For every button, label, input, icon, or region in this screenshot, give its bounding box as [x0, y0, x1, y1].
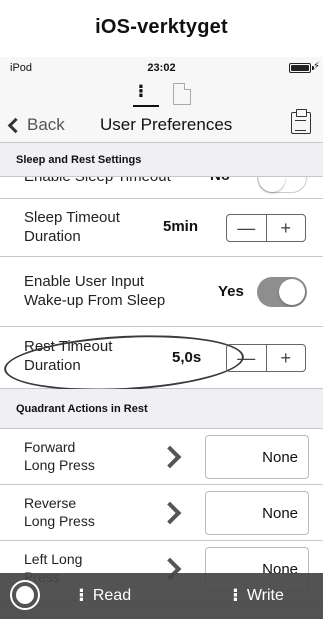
battery-icon [289, 63, 314, 73]
row-label-line1: Rest Timeout [24, 338, 113, 355]
clipboard-icon[interactable] [291, 109, 311, 134]
phone-screen: iPod 23:02 ⚡ ⁝ Back User Preferences Sle… [0, 57, 323, 619]
status-bar: iPod 23:02 ⚡ [0, 57, 323, 79]
row-enable-sleep-timeout: Enable Sleep Timeout No [0, 177, 323, 199]
row-label-line1: Left Long [24, 551, 83, 567]
write-chair-icon: ⁝ [232, 585, 239, 605]
section-header-sleep: Sleep and Rest Settings [0, 144, 323, 177]
bottom-toolbar: ⁝ Read ⁝ Write [0, 573, 323, 619]
back-label: Back [27, 115, 65, 134]
row-forward-long-press[interactable]: Forward Long Press None [0, 429, 323, 485]
write-label: Write [246, 586, 284, 604]
chevron-right-icon [158, 501, 182, 525]
row-label-line2: Duration [24, 228, 81, 245]
document-tab-icon[interactable] [172, 83, 191, 105]
wakeup-value: Yes [218, 283, 244, 300]
row-label-line1: Enable User Input [24, 273, 145, 290]
forward-action-value[interactable]: None [205, 435, 309, 479]
row-label-line1: Forward [24, 439, 76, 455]
row-rest-timeout: Rest Timeout Duration 5,0s — + [0, 327, 323, 389]
back-button[interactable]: Back [7, 115, 65, 135]
row-reverse-long-press[interactable]: Reverse Long Press None [0, 485, 323, 541]
row-label-line1: Sleep Timeout [24, 209, 120, 226]
row-value: No [210, 177, 230, 184]
write-button[interactable]: ⁝ Write [232, 585, 284, 606]
read-label: Read [92, 586, 132, 604]
row-sleep-timeout: Sleep Timeout Duration 5min — + [0, 199, 323, 257]
chevron-left-icon [7, 117, 24, 133]
wakeup-toggle[interactable] [257, 277, 307, 307]
sleep-timeout-stepper[interactable]: — + [226, 214, 306, 242]
section-header-quadrant: Quadrant Actions in Rest [0, 389, 323, 429]
row-label-line2: Wake-up From Sleep [24, 292, 166, 309]
row-label-line2: Duration [24, 357, 81, 374]
status-time: 23:02 [147, 62, 176, 74]
charging-icon: ⚡ [312, 61, 320, 72]
wheelchair-tab-icon[interactable]: ⁝ [132, 81, 159, 107]
reverse-action-value[interactable]: None [205, 491, 309, 535]
rest-timeout-value: 5,0s [172, 349, 202, 366]
navigation-bar: ⁝ Back User Preferences [0, 79, 323, 143]
increment-button[interactable]: + [267, 345, 306, 371]
power-icon[interactable] [10, 580, 40, 610]
sleep-timeout-value: 5min [163, 218, 199, 235]
row-label-line1: Reverse [24, 495, 77, 511]
rest-timeout-stepper[interactable]: — + [226, 344, 306, 372]
row-label-line2: Long Press [24, 513, 95, 529]
page-title: User Preferences [100, 115, 233, 134]
read-button[interactable]: ⁝ Read [78, 585, 131, 606]
row-wakeup: Enable User Input Wake-up From Sleep Yes [0, 257, 323, 327]
increment-button[interactable]: + [267, 215, 306, 241]
row-label-line2: Long Press [24, 457, 95, 473]
decrement-button[interactable]: — [227, 215, 267, 241]
decrement-button[interactable]: — [227, 345, 267, 371]
enable-sleep-timeout-toggle[interactable] [257, 177, 307, 193]
chevron-right-icon [158, 445, 182, 469]
caption-title: iOS-verktyget [95, 16, 228, 38]
row-label: Enable Sleep Timeout [24, 177, 171, 186]
read-chair-icon: ⁝ [78, 585, 85, 605]
tab-icons: ⁝ [0, 81, 323, 107]
